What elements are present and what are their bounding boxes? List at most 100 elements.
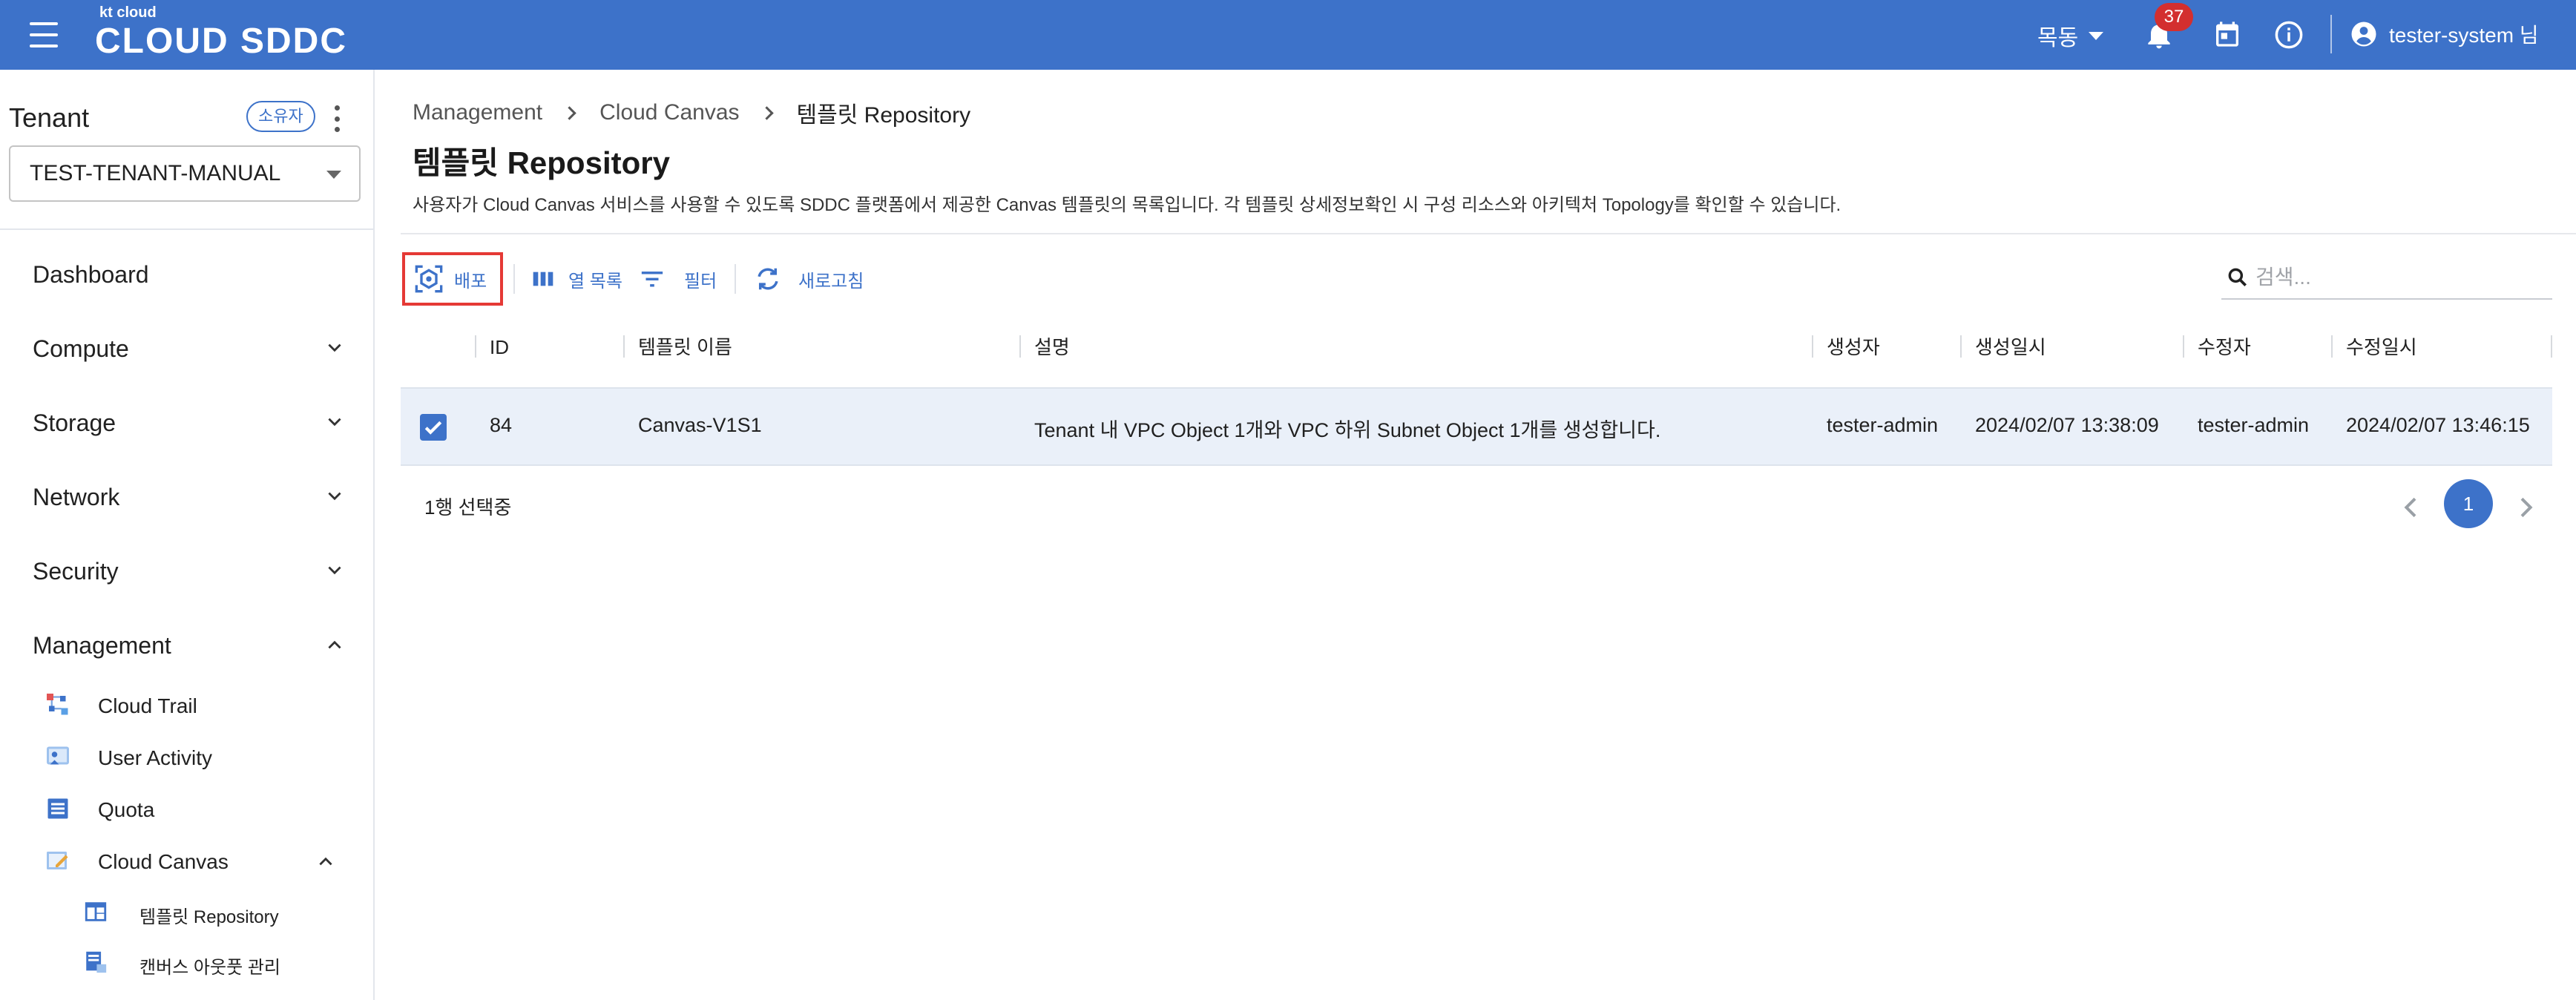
deploy-button[interactable]: 배포 [402,252,503,306]
info-icon[interactable] [2273,19,2304,50]
header-divider [2330,15,2332,53]
sidebar-item-cloud-canvas[interactable]: Cloud Canvas [45,841,371,883]
sidebar-item-security[interactable]: Security [33,549,344,593]
column-header-template-name[interactable]: 템플릿 이름 [638,331,732,364]
sidebar-item-label: Quota [98,798,155,821]
calendar-icon[interactable] [2212,18,2242,50]
top-app-bar: kt cloud CLOUD SDDC 목동 37 tester-system … [0,0,2576,70]
column-divider [2551,335,2552,358]
row-checkbox[interactable] [420,414,447,441]
column-header-created-by[interactable]: 생성자 [1827,331,1880,364]
sidebar-item-label: Security [33,558,119,585]
sidebar-item-management[interactable]: Management [33,623,344,668]
refresh-icon [758,268,778,290]
cell-description: Tenant 내 VPC Object 1개와 VPC 하위 Subnet Ob… [1034,419,1661,441]
location-label: 목동 [2037,26,2079,50]
canvas-output-icon [86,951,107,973]
pagination-page-current[interactable]: 1 [2444,479,2493,528]
columns-label: 열 목록 [568,271,622,292]
chevron-right-icon [759,105,774,120]
column-divider [2331,335,2333,358]
view-column-icon [533,272,553,286]
filter-button[interactable]: 필터 [640,252,717,306]
breadcrumb: Management Cloud Canvas 템플릿 Repository [413,96,970,129]
chevron-down-icon [328,418,341,427]
notification-badge: 37 [2155,3,2193,31]
breadcrumb-item[interactable]: Management [413,100,542,125]
logo-small-text: kt cloud [99,4,157,21]
account-icon [2351,22,2376,47]
caret-down-icon [2089,31,2104,40]
cell-modified-at: 2024/02/07 13:46:15 [2346,414,2530,436]
app-logo[interactable]: kt cloud CLOUD SDDC [95,3,347,67]
tenant-select[interactable]: TEST-TENANT-MANUAL [9,145,361,202]
more-vert-icon[interactable] [331,105,343,132]
chevron-down-icon [328,566,341,575]
table-row[interactable]: 84 Canvas-V1S1 Tenant 내 VPC Object 1개와 V… [401,387,2552,466]
breadcrumb-current: 템플릿 Repository [796,103,971,128]
refresh-button[interactable]: 새로고침 [754,252,864,306]
chevron-right-icon[interactable] [2511,493,2540,522]
page-description: 사용자가 Cloud Canvas 서비스를 사용할 수 있도록 SDDC 플랫… [413,195,1841,215]
column-divider [475,335,476,358]
sidebar-item-storage[interactable]: Storage [33,401,344,445]
search-icon [2228,268,2247,286]
cloud-trail-icon [47,694,68,715]
owner-chip: 소유자 [246,101,315,132]
column-divider [2183,335,2184,358]
toolbar-divider [513,264,515,294]
cell-template-name: Canvas-V1S1 [638,414,762,436]
chevron-up-icon [319,857,332,866]
sidebar-item-compute[interactable]: Compute [33,326,344,371]
cell-created-by: tester-admin [1827,414,1939,436]
chevron-down-icon [328,343,341,352]
sidebar-item-label: Network [33,484,120,510]
filter-label: 필터 [684,271,717,292]
page-title: 템플릿 Repository [413,145,670,180]
column-header-created-at[interactable]: 생성일시 [1975,331,2046,364]
sidebar-item-cloud-trail[interactable]: Cloud Trail [45,685,371,727]
sidebar-item-label: Cloud Canvas [98,850,229,873]
toolbar-divider [735,264,736,294]
column-header-modified-by[interactable]: 수정자 [2198,331,2251,364]
sidebar-item-canvas-output[interactable]: 캔버스 아웃풋 관리 [83,942,365,984]
column-header-modified-at[interactable]: 수정일시 [2346,331,2417,364]
search-box [2221,255,2552,300]
sidebar-item-quota[interactable]: Quota [45,789,371,831]
sidebar-item-label: 템플릿 Repository [139,907,279,927]
column-divider [623,335,625,358]
sidebar-item-label: Storage [33,409,116,436]
sidebar-item-label: Compute [33,335,129,362]
sidebar-item-template-repository[interactable]: 템플릿 Repository [83,892,365,933]
chevron-left-icon[interactable] [2396,493,2426,522]
tenant-title: Tenant [9,102,90,133]
sidebar-item-dashboard[interactable]: Dashboard [33,252,344,297]
chevron-right-icon [562,105,576,120]
column-divider [1960,335,1962,358]
template-repository-icon [85,902,107,921]
column-header-id[interactable]: ID [490,331,509,364]
sidebar-item-label: User Activity [98,746,213,769]
cell-modified-by: tester-admin [2198,414,2310,436]
sidebar-item-label: Cloud Trail [98,694,197,717]
menu-icon[interactable] [30,22,58,47]
search-input[interactable] [2255,261,2545,294]
sidebar-item-label: Dashboard [33,261,149,288]
location-select[interactable]: 목동 [2037,19,2104,52]
user-menu[interactable]: tester-system 님 [2350,19,2539,49]
tenant-select-value: TEST-TENANT-MANUAL [30,161,281,185]
cloud-canvas-icon [47,852,68,869]
sidebar-divider [0,228,373,230]
user-activity-icon [47,746,69,765]
content-divider [401,233,2576,234]
sidebar-item-user-activity[interactable]: User Activity [45,737,371,779]
user-name: tester-system 님 [2389,24,2539,47]
column-header-description[interactable]: 설명 [1034,331,1070,364]
columns-button[interactable]: 열 목록 [531,252,622,306]
filter-icon [641,272,663,287]
logo-text: CLOUD SDDC [95,22,347,61]
column-divider [1812,335,1813,358]
sidebar-item-label: Management [33,632,171,659]
breadcrumb-item[interactable]: Cloud Canvas [599,100,739,125]
sidebar-item-network[interactable]: Network [33,475,344,519]
